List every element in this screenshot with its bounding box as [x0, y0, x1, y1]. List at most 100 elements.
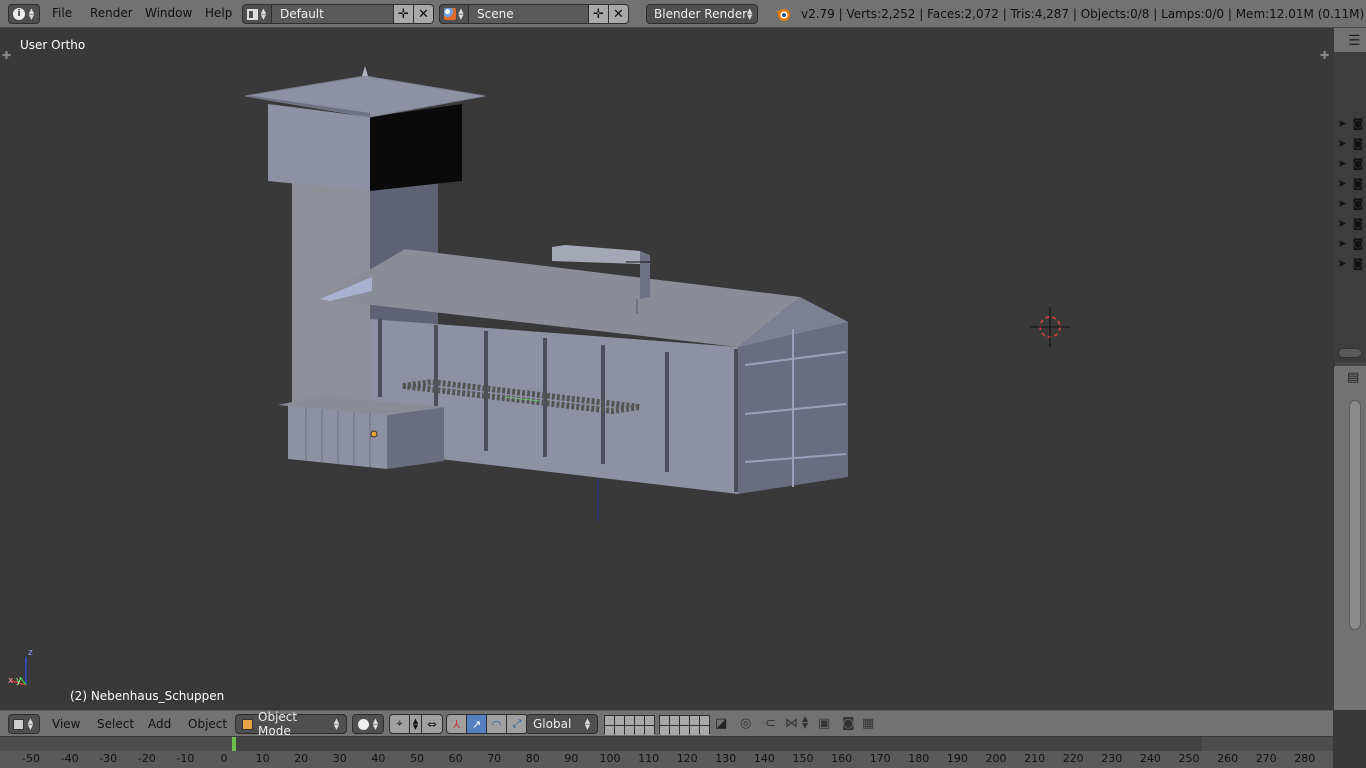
updown-arrows-icon[interactable]: ▲ ▼ — [410, 714, 422, 734]
scene-field[interactable]: Scene — [469, 4, 589, 24]
editor-type-selector[interactable]: ▲ ▼ — [8, 714, 40, 734]
frame-range — [236, 737, 1202, 751]
cube-icon — [13, 718, 24, 730]
timeline-tick: 220 — [1062, 752, 1084, 765]
render-animation-icon[interactable]: ▦ — [862, 716, 874, 731]
timeline-tick: -30 — [99, 752, 118, 765]
remove-screen-button[interactable]: ✕ — [414, 4, 434, 24]
layers-group-1[interactable] — [604, 715, 655, 735]
solid-shading-icon — [358, 718, 369, 730]
playhead[interactable] — [232, 737, 236, 751]
cursor-arrow-icon[interactable]: ➤ — [1336, 138, 1348, 150]
camera-icon[interactable]: ◙ — [1352, 178, 1364, 190]
pivot-point-icon[interactable]: ⌖ — [390, 714, 410, 734]
properties-icon[interactable]: ▤ — [1347, 370, 1359, 385]
remove-scene-button[interactable]: ✕ — [609, 4, 629, 24]
translate-manipulator-icon[interactable]: ↗ — [467, 715, 487, 733]
outliner-row[interactable]: ➤ ◙ — [1334, 216, 1366, 232]
manipulator-toggle-icon[interactable]: ⅄ — [447, 715, 467, 733]
outliner-row[interactable]: ➤ ◙ — [1334, 116, 1366, 132]
timeline-tick: 10 — [255, 752, 270, 765]
menu-select[interactable]: Select — [97, 717, 134, 731]
add-scene-button[interactable]: ✛ — [589, 4, 609, 24]
proportional-edit-icon[interactable]: ◎ — [740, 716, 751, 731]
timeline-tick: 60 — [448, 752, 463, 765]
camera-icon[interactable]: ◙ — [1352, 138, 1364, 150]
snap-element-icon[interactable]: ⋈ — [785, 716, 798, 731]
menu-file[interactable]: File — [52, 6, 72, 20]
outliner-row[interactable]: ➤ ◙ — [1334, 196, 1366, 212]
menu-view[interactable]: View — [52, 717, 80, 731]
timeline-tick: 260 — [1217, 752, 1239, 765]
outliner-row[interactable]: ➤ ◙ — [1334, 236, 1366, 252]
axis-y-label: y — [16, 676, 22, 686]
timeline-tick: 0 — [220, 752, 228, 765]
scene-icon[interactable]: ▲ ▼ — [439, 4, 469, 24]
frame-ruler[interactable]: -50 -40 -30 -20 -10 0 10 20 30 40 50 60 70 80 90 100 110… — [0, 751, 1333, 768]
camera-icon[interactable]: ◙ — [1352, 258, 1364, 270]
editor-type-selector[interactable]: i ▲ ▼ — [8, 4, 40, 24]
menu-render[interactable]: Render — [90, 6, 133, 20]
snap-magnet-icon[interactable]: ⊂ — [765, 716, 776, 731]
camera-icon[interactable]: ◙ — [1352, 158, 1364, 170]
cursor-arrow-icon[interactable]: ➤ — [1336, 118, 1348, 130]
menu-add[interactable]: Add — [148, 717, 171, 731]
mode-dropdown[interactable]: Object Mode ▲ ▼ — [235, 710, 347, 738]
add-screen-button[interactable]: ✛ — [394, 4, 414, 24]
screen-layout-icon[interactable]: ▲ ▼ — [242, 4, 272, 24]
timeline-tick: -40 — [60, 752, 79, 765]
timeline-tick: 20 — [294, 752, 309, 765]
outliner-row[interactable]: ➤ ◙ — [1334, 156, 1366, 172]
scale-manipulator-icon[interactable]: ⤢ — [507, 715, 527, 733]
outliner-row[interactable]: ➤ ◙ — [1334, 256, 1366, 272]
3d-cursor-icon — [1030, 307, 1070, 347]
outliner-scrollbar[interactable] — [1338, 348, 1362, 358]
render-engine-dropdown[interactable]: Blender Render ▲ ▼ — [646, 4, 758, 24]
timeline-tick: 150 — [792, 752, 814, 765]
plus-icon: ✛ — [593, 6, 604, 22]
timeline-tick: -10 — [176, 752, 195, 765]
outliner-row[interactable]: ➤ ◙ — [1334, 136, 1366, 152]
timeline-tick: 50 — [410, 752, 424, 765]
snap-target-icon[interactable]: ▣ — [818, 716, 830, 731]
properties-scrollbar[interactable] — [1349, 400, 1361, 630]
rotate-manipulator-icon[interactable]: ◠ — [487, 715, 507, 733]
camera-icon[interactable]: ◙ — [1352, 118, 1364, 130]
timeline-tick: 90 — [564, 752, 579, 765]
cursor-arrow-icon[interactable]: ➤ — [1336, 158, 1348, 170]
tower-spire — [362, 66, 368, 76]
timeline-tick: 40 — [371, 752, 386, 765]
cursor-arrow-icon[interactable]: ➤ — [1336, 218, 1348, 230]
timeline-tick: 80 — [525, 752, 540, 765]
pivot-point-group: ⌖ ▲ ▼ ⇔ — [389, 714, 443, 734]
info-icon: i — [13, 8, 25, 20]
camera-icon[interactable]: ◙ — [1352, 238, 1364, 250]
outliner-icon[interactable]: ☰ — [1348, 33, 1361, 49]
shed-side — [387, 407, 444, 469]
cursor-arrow-icon[interactable]: ➤ — [1336, 238, 1348, 250]
lock-layers-icon[interactable]: ◪ — [715, 716, 727, 731]
camera-icon[interactable]: ◙ — [1352, 198, 1364, 210]
render-camera-icon[interactable]: ◙ — [842, 716, 855, 731]
cursor-arrow-icon[interactable]: ➤ — [1336, 178, 1348, 190]
cursor-arrow-icon[interactable]: ➤ — [1336, 198, 1348, 210]
timeline-tick: -50 — [22, 752, 40, 765]
object-mode-icon — [242, 718, 253, 730]
menu-window[interactable]: Window — [145, 6, 192, 20]
menu-object[interactable]: Object — [188, 717, 227, 731]
transform-orientation-dropdown[interactable]: Global ▲ ▼ — [526, 714, 598, 734]
outliner-header: ☰ — [1334, 28, 1366, 52]
screen-layout-field[interactable]: Default — [272, 4, 394, 24]
layers-group-2[interactable] — [659, 715, 710, 735]
menu-help[interactable]: Help — [205, 6, 232, 20]
scene-selector: ▲ ▼ Scene ✛ ✕ — [439, 4, 629, 24]
manipulate-center-icon[interactable]: ⇔ — [422, 714, 442, 734]
viewport-shading-dropdown[interactable]: ▲ ▼ — [352, 714, 384, 734]
camera-icon[interactable]: ◙ — [1352, 218, 1364, 230]
cursor-arrow-icon[interactable]: ➤ — [1336, 258, 1348, 270]
outliner-row[interactable]: ➤ ◙ — [1334, 176, 1366, 192]
updown-arrows-icon[interactable]: ▲ ▼ — [802, 715, 808, 730]
close-icon: ✕ — [418, 6, 429, 22]
timeline[interactable]: -50 -40 -30 -20 -10 0 10 20 30 40 50 60 70 80 90 100 110… — [0, 737, 1333, 768]
3d-viewport[interactable]: User Ortho ✚ ✚ z x y (2) Nebenhaus_Schup… — [0, 29, 1333, 709]
